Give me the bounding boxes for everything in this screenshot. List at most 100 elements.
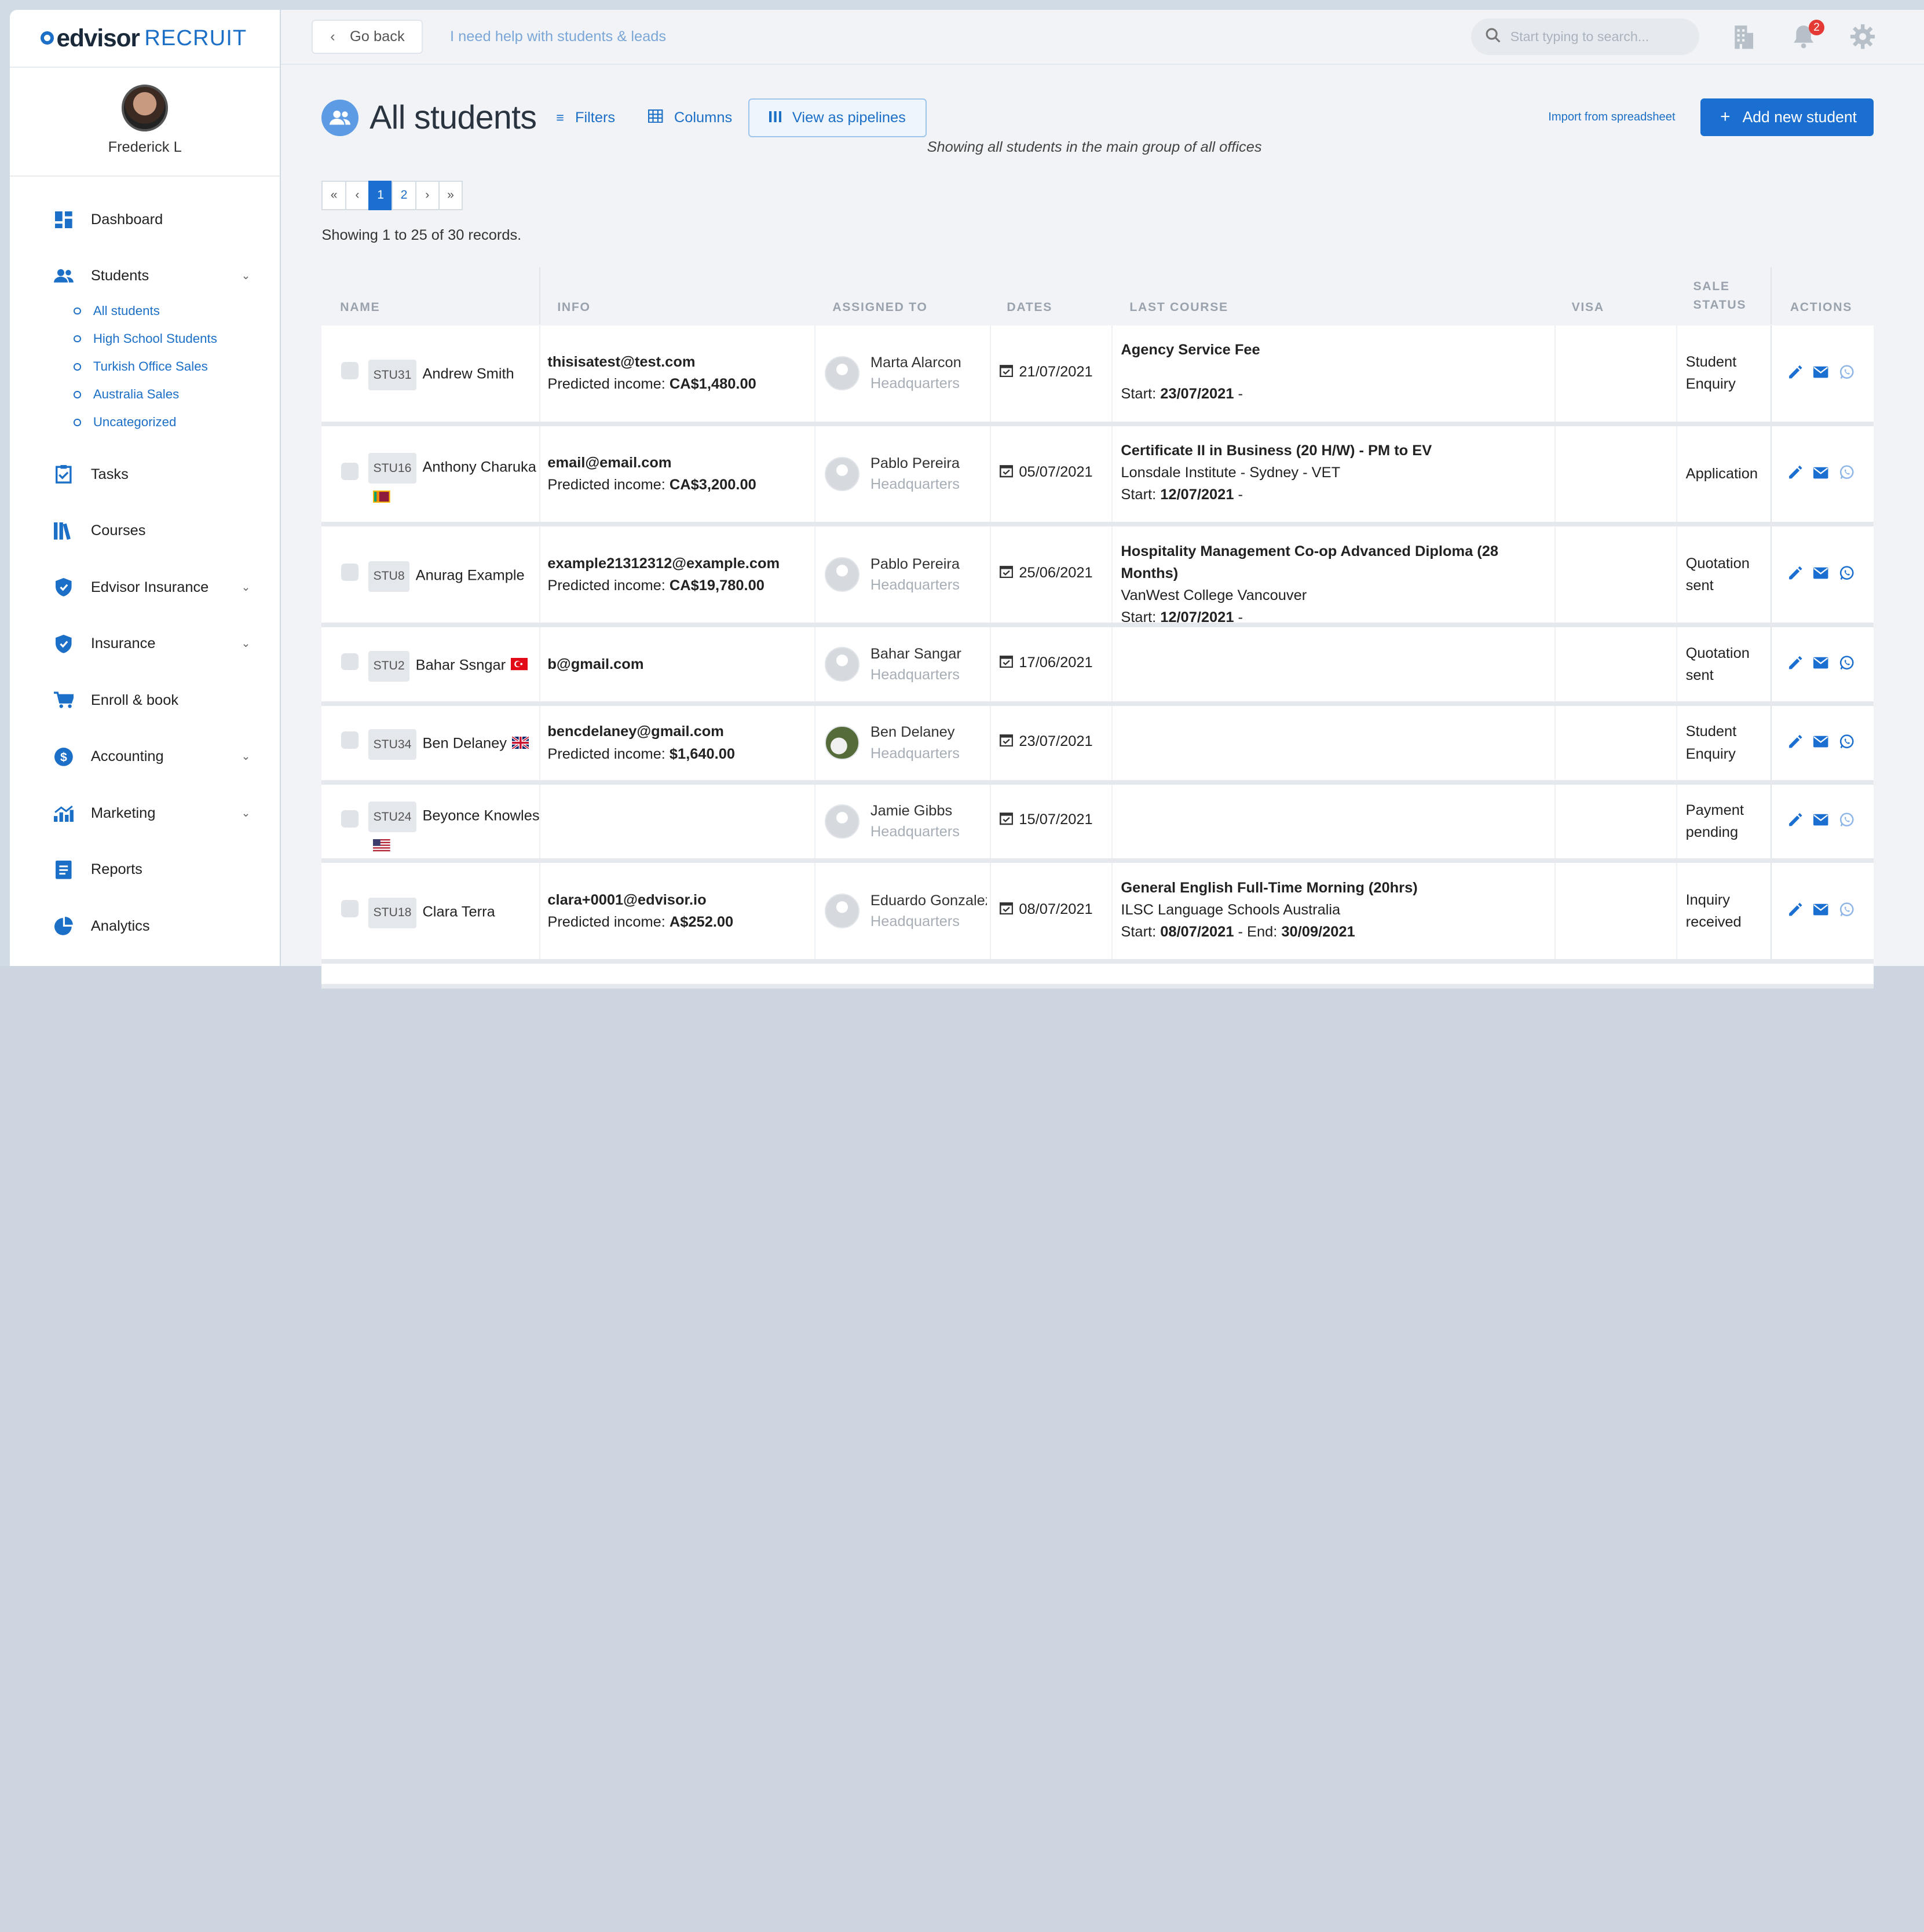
sidebar-item-analytics[interactable]: Analytics: [10, 898, 280, 955]
student-name[interactable]: Anurag Example: [416, 567, 525, 583]
student-name[interactable]: Ben Delaney: [422, 736, 507, 752]
sale-status[interactable]: Payment pending: [1686, 799, 1744, 843]
sidebar-item-insurance[interactable]: Insurance ⌄: [10, 616, 280, 672]
sidebar-item-marketing[interactable]: Marketing ⌄: [10, 785, 280, 842]
student-email[interactable]: thisisatest@test.com: [547, 351, 756, 373]
add-new-student-button[interactable]: + Add new student: [1700, 98, 1874, 137]
sidebar-item-students[interactable]: Students ⌄: [10, 248, 280, 305]
email-icon[interactable]: [1813, 365, 1828, 379]
subnav-item-uncategorized[interactable]: Uncategorized: [74, 408, 280, 436]
app-logo[interactable]: edvisor RECRUIT: [9, 10, 280, 68]
page-next-button[interactable]: ›: [415, 180, 440, 210]
sidebar-item-tasks[interactable]: Tasks: [10, 447, 280, 503]
table-row[interactable]: STU34 Ben Delaney bencdelaney@gmail.com Pre…: [321, 705, 1874, 785]
student-name[interactable]: Andrew Smith: [422, 366, 514, 382]
sale-status[interactable]: Student Enquiry: [1686, 720, 1737, 764]
student-email[interactable]: example21312312@example.com: [547, 552, 780, 575]
sidebar-item-reports[interactable]: Reports: [10, 841, 280, 898]
course-name[interactable]: Hospitality Management Co-op Advanced Di…: [1121, 540, 1554, 584]
view-as-pipelines-button[interactable]: View as pipelines: [748, 98, 927, 138]
sale-status[interactable]: Student Enquiry: [1686, 351, 1737, 395]
email-icon[interactable]: [1813, 656, 1828, 670]
row-checkbox[interactable]: [341, 810, 359, 828]
page-prev-button[interactable]: ‹: [345, 180, 370, 210]
help-link[interactable]: I need help with students & leads: [450, 28, 666, 45]
whatsapp-icon[interactable]: [1839, 656, 1854, 670]
student-name-block[interactable]: STU24 Beyonce Knowles: [368, 802, 540, 855]
row-checkbox[interactable]: [341, 653, 359, 671]
row-checkbox[interactable]: [341, 731, 359, 749]
col-dates[interactable]: DATES: [1007, 268, 1052, 324]
go-back-button[interactable]: ‹ Go back: [312, 19, 423, 54]
email-icon[interactable]: [1813, 813, 1828, 827]
edit-icon[interactable]: [1788, 465, 1802, 480]
sidebar-item-enroll-book[interactable]: Enroll & book: [10, 672, 280, 729]
student-name-block[interactable]: STU16 Anthony Charuka: [368, 453, 540, 507]
col-last-course[interactable]: LAST COURSE: [1129, 268, 1228, 324]
student-email[interactable]: email@email.com: [547, 452, 756, 474]
sidebar-item-accounting[interactable]: $ Accounting ⌄: [10, 729, 280, 785]
row-checkbox[interactable]: [341, 463, 359, 480]
student-name-block[interactable]: STU31 Andrew Smith: [368, 360, 540, 391]
sale-status[interactable]: Application: [1686, 463, 1758, 485]
row-checkbox[interactable]: [341, 899, 359, 917]
avatar[interactable]: [121, 85, 169, 131]
page-last-button[interactable]: »: [438, 180, 463, 210]
table-row[interactable]: STU8 Anurag Example example21312312@exampl…: [321, 526, 1874, 628]
email-icon[interactable]: [1813, 902, 1828, 917]
email-icon[interactable]: [1813, 566, 1828, 580]
table-row[interactable]: STU2 Bahar Ssngar b@gmail.com Bahar Sangar H…: [321, 627, 1874, 706]
student-email[interactable]: clara+0001@edvisor.io: [547, 889, 733, 911]
edit-icon[interactable]: [1788, 813, 1802, 827]
row-checkbox[interactable]: [341, 564, 359, 581]
course-name[interactable]: Certificate II in Business (20 H/W) - PM…: [1121, 440, 1432, 462]
row-checkbox[interactable]: [341, 362, 359, 380]
search-input[interactable]: Start typing to search...: [1471, 18, 1700, 56]
sidebar-item-edvisor-insurance[interactable]: Edvisor Insurance ⌄: [10, 559, 280, 616]
subnav-item-turkish-office[interactable]: Turkish Office Sales: [74, 353, 280, 380]
edit-icon[interactable]: [1788, 902, 1802, 917]
email-icon[interactable]: [1813, 465, 1828, 480]
page-2-button[interactable]: 2: [392, 180, 416, 210]
whatsapp-icon[interactable]: [1839, 902, 1854, 917]
col-info[interactable]: INFO: [539, 268, 591, 324]
col-visa[interactable]: VISA: [1572, 268, 1604, 324]
sale-status[interactable]: Quotation sent: [1686, 552, 1750, 597]
table-row[interactable]: STU31 Andrew Smith thisisatest@test.com Pre…: [321, 325, 1874, 426]
whatsapp-icon[interactable]: [1839, 364, 1854, 379]
page-1-button[interactable]: 1: [368, 180, 393, 210]
user-profile[interactable]: Frederick L: [9, 68, 280, 177]
sale-status[interactable]: Inquiry received: [1686, 889, 1742, 933]
gear-icon[interactable]: [1850, 24, 1875, 54]
table-row[interactable]: STU18 Clara Terra clara+0001@edvisor.io Pre…: [321, 863, 1874, 964]
student-name-block[interactable]: STU2 Bahar Ssngar: [368, 650, 540, 682]
subnav-item-high-school[interactable]: High School Students: [74, 325, 280, 353]
edit-icon[interactable]: [1788, 734, 1802, 749]
email-icon[interactable]: [1813, 734, 1828, 749]
building-icon[interactable]: [1732, 24, 1754, 54]
student-name-block[interactable]: STU34 Ben Delaney: [368, 729, 540, 760]
subnav-item-australia-sales[interactable]: Australia Sales: [74, 380, 280, 408]
student-email[interactable]: bencdelaney@gmail.com: [547, 720, 735, 742]
student-name-block[interactable]: STU18 Clara Terra: [368, 897, 540, 928]
student-name[interactable]: Bahar Ssngar: [416, 657, 506, 673]
student-name[interactable]: Clara Terra: [422, 903, 495, 920]
edit-icon[interactable]: [1788, 566, 1802, 580]
col-name[interactable]: NAME: [340, 268, 380, 324]
course-name[interactable]: General English Full-Time Morning (20hrs…: [1121, 877, 1417, 899]
student-email[interactable]: b@gmail.com: [547, 653, 643, 675]
whatsapp-icon[interactable]: [1839, 566, 1854, 580]
columns-button[interactable]: Columns: [648, 109, 732, 126]
table-row[interactable]: [321, 964, 1874, 989]
import-link[interactable]: Import from spreadsheet: [1548, 111, 1675, 124]
col-assigned[interactable]: ASSIGNED TO: [832, 268, 927, 324]
table-row[interactable]: STU24 Beyonce Knowles Jamie Gibbs Headquart…: [321, 784, 1874, 863]
edit-icon[interactable]: [1788, 365, 1802, 379]
sidebar-item-courses[interactable]: Courses: [10, 503, 280, 559]
whatsapp-icon[interactable]: [1839, 813, 1854, 827]
sidebar-item-dashboard[interactable]: Dashboard: [10, 192, 280, 248]
page-first-button[interactable]: «: [321, 180, 346, 210]
filters-button[interactable]: ≡ Filters: [556, 109, 615, 126]
sale-status[interactable]: Quotation sent: [1686, 642, 1750, 686]
course-name[interactable]: Agency Service Fee: [1121, 339, 1260, 361]
